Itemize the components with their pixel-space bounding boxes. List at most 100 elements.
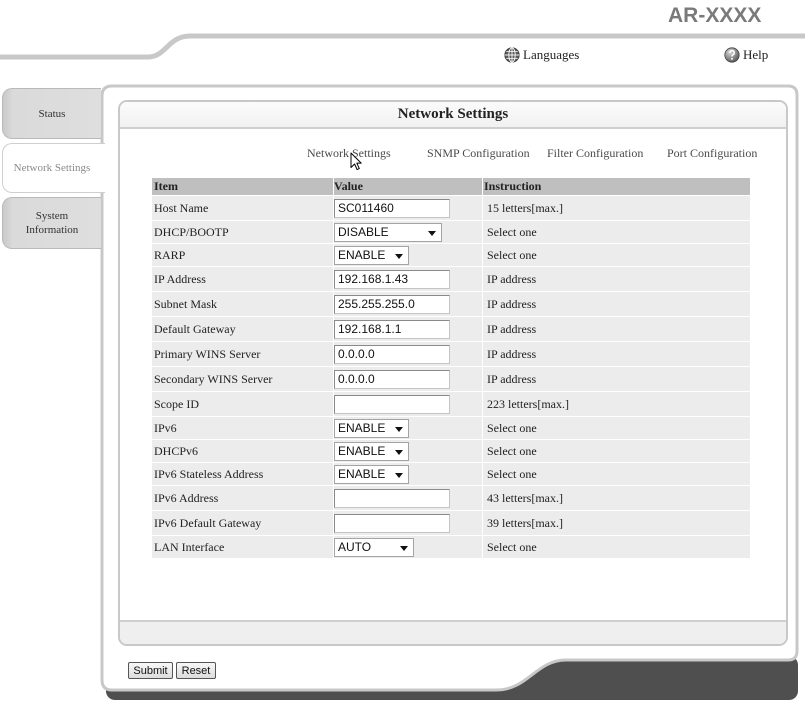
row-item-label: Default Gateway bbox=[154, 321, 236, 336]
row-item-label: Host Name bbox=[154, 200, 209, 215]
row-item-label: DHCP/BOOTP bbox=[154, 224, 229, 239]
table-row: IP Address IP address bbox=[152, 266, 750, 291]
row-item-label: IPv6 Stateless Address bbox=[154, 466, 264, 481]
select-value: ENABLE bbox=[338, 421, 386, 435]
ip-address-input[interactable] bbox=[334, 269, 450, 289]
select-value: ENABLE bbox=[338, 444, 386, 458]
select-value: AUTO bbox=[338, 540, 372, 554]
chevron-down-icon bbox=[395, 449, 403, 455]
side-tab-label: Network Settings bbox=[13, 162, 91, 174]
rarp-select[interactable]: ENABLE bbox=[334, 245, 409, 265]
host-name-input[interactable] bbox=[334, 198, 450, 218]
row-instruction: Select one bbox=[482, 440, 750, 462]
row-item-label: Scope ID bbox=[154, 396, 199, 411]
table-row: DHCP/BOOTP DISABLE Select one bbox=[152, 220, 750, 243]
table-row: Subnet Mask IP address bbox=[152, 291, 750, 316]
value-cell: AUTO bbox=[333, 536, 482, 558]
table-row: LAN Interface AUTO Select one bbox=[152, 535, 750, 558]
submit-button[interactable]: Submit bbox=[128, 662, 173, 679]
value-cell bbox=[333, 511, 482, 535]
network-settings-panel: Network Settings Network Settings SNMP C… bbox=[118, 100, 788, 646]
table-row: Host Name 15 letters[max.] bbox=[152, 195, 750, 220]
value-cell: ENABLE bbox=[333, 417, 482, 439]
row-instruction: IP address bbox=[482, 367, 750, 391]
select-value: ENABLE bbox=[338, 248, 386, 262]
help-icon bbox=[724, 46, 740, 63]
row-instruction: IP address bbox=[482, 317, 750, 341]
sub-nav-port-configuration[interactable]: Port Configuration bbox=[667, 146, 757, 160]
table-row: Secondary WINS Server IP address bbox=[152, 366, 750, 391]
ipv6-address-input[interactable] bbox=[334, 488, 450, 508]
page: AR-XXXX Languages Help Status Network Se… bbox=[0, 0, 805, 705]
value-cell: ENABLE bbox=[333, 440, 482, 462]
value-cell bbox=[333, 267, 482, 291]
table-row: DHCPv6 ENABLE Select one bbox=[152, 439, 750, 462]
model-name: AR-XXXX bbox=[668, 4, 762, 27]
secondary-wins-input[interactable] bbox=[334, 369, 450, 389]
row-item-label: Primary WINS Server bbox=[154, 346, 261, 361]
value-cell: ENABLE bbox=[333, 244, 482, 266]
ipv6-stateless-address-select[interactable]: ENABLE bbox=[334, 464, 409, 484]
row-instruction: Select one bbox=[482, 221, 750, 243]
row-item-label: Subnet Mask bbox=[154, 296, 217, 311]
row-instruction: Select one bbox=[482, 417, 750, 439]
primary-wins-input[interactable] bbox=[334, 344, 450, 364]
help-link[interactable]: Help bbox=[724, 46, 768, 63]
value-cell bbox=[333, 367, 482, 391]
row-item-label: RARP bbox=[154, 247, 186, 262]
side-tab-status[interactable]: Status bbox=[2, 88, 101, 139]
ipv6-default-gateway-input[interactable] bbox=[334, 513, 450, 533]
table-row: IPv6 ENABLE Select one bbox=[152, 416, 750, 439]
sub-nav-network-settings[interactable]: Network Settings bbox=[307, 146, 391, 160]
header-value: Value bbox=[333, 178, 482, 195]
row-instruction: 43 letters[max.] bbox=[482, 486, 750, 510]
default-gateway-input[interactable] bbox=[334, 319, 450, 339]
side-tab-network-settings[interactable]: Network Settings bbox=[2, 143, 105, 193]
value-cell bbox=[333, 392, 482, 416]
row-instruction: Select one bbox=[482, 244, 750, 266]
table-row: Default Gateway IP address bbox=[152, 316, 750, 341]
table-row: IPv6 Default Gateway 39 letters[max.] bbox=[152, 510, 750, 535]
select-value: DISABLE bbox=[338, 225, 389, 239]
row-instruction: 15 letters[max.] bbox=[482, 196, 750, 220]
row-instruction: 223 letters[max.] bbox=[482, 392, 750, 416]
header-instruction: Instruction bbox=[482, 178, 750, 195]
scope-id-input[interactable] bbox=[334, 394, 450, 414]
lan-interface-select[interactable]: AUTO bbox=[334, 537, 414, 557]
value-cell bbox=[333, 342, 482, 366]
row-instruction: IP address bbox=[482, 292, 750, 316]
chevron-down-icon bbox=[400, 545, 408, 551]
select-value: ENABLE bbox=[338, 467, 386, 481]
reset-button[interactable]: Reset bbox=[176, 662, 216, 679]
languages-link[interactable]: Languages bbox=[504, 46, 579, 63]
sub-nav-snmp-configuration[interactable]: SNMP Configuration bbox=[427, 146, 530, 160]
row-instruction: IP address bbox=[482, 342, 750, 366]
value-cell bbox=[333, 292, 482, 316]
row-item-label: DHCPv6 bbox=[154, 443, 199, 458]
chevron-down-icon bbox=[428, 230, 436, 236]
table-row: Scope ID 223 letters[max.] bbox=[152, 391, 750, 416]
help-label: Help bbox=[743, 46, 769, 62]
ipv6-select[interactable]: ENABLE bbox=[334, 418, 409, 438]
table-row: IPv6 Stateless Address ENABLE Select one bbox=[152, 462, 750, 485]
side-tab-system-information[interactable]: System Information bbox=[2, 197, 101, 249]
languages-label: Languages bbox=[523, 46, 580, 62]
page-title: Network Settings bbox=[120, 102, 786, 129]
dhcpv6-select[interactable]: ENABLE bbox=[334, 441, 409, 461]
dhcp-bootp-select[interactable]: DISABLE bbox=[334, 222, 442, 242]
subnet-mask-input[interactable] bbox=[334, 294, 450, 314]
value-cell bbox=[333, 486, 482, 510]
chevron-down-icon bbox=[395, 426, 403, 432]
value-cell: DISABLE bbox=[333, 221, 482, 243]
globe-icon bbox=[504, 46, 520, 63]
side-tab-label: System Information bbox=[25, 210, 79, 236]
table-row: RARP ENABLE Select one bbox=[152, 243, 750, 266]
panel-footer bbox=[120, 620, 786, 644]
row-instruction: Select one bbox=[482, 463, 750, 485]
table-header-row: Item Value Instruction bbox=[152, 178, 750, 195]
row-instruction: 39 letters[max.] bbox=[482, 511, 750, 535]
row-item-label: LAN Interface bbox=[154, 539, 225, 554]
settings-table: Item Value Instruction Host Name 15 lett… bbox=[152, 178, 750, 558]
sub-nav-filter-configuration[interactable]: Filter Configuration bbox=[547, 146, 643, 160]
header-divider bbox=[0, 33, 805, 60]
